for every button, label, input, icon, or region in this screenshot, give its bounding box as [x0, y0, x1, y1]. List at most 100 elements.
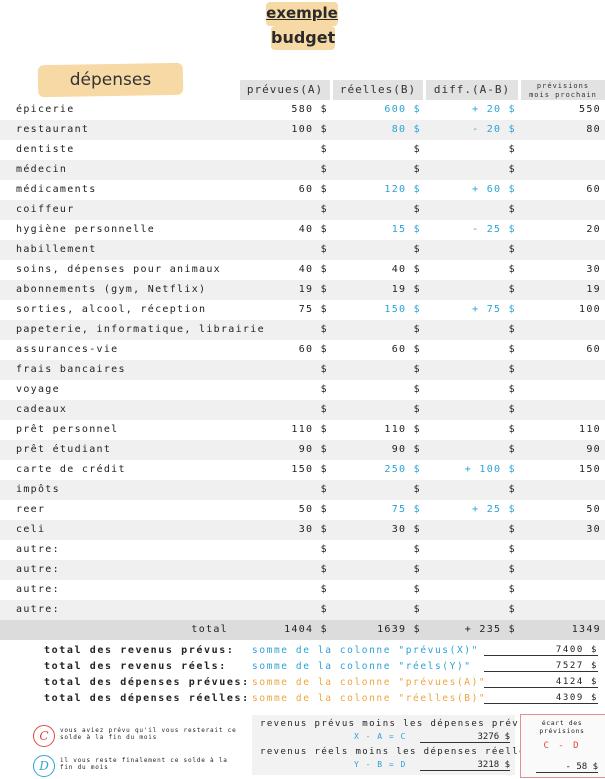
header-reelles: réelles(B) — [333, 80, 423, 100]
cell-reelles: 30 $ — [391, 524, 421, 535]
table-row: frais bancaires $ $ $ — [0, 360, 605, 380]
cell-prevues: 110 $ — [291, 424, 328, 435]
cell-diff: $ — [508, 484, 516, 495]
cell-reelles: $ — [413, 364, 421, 375]
d-circle-icon: D — [33, 755, 55, 777]
total-label: total — [191, 624, 228, 635]
cell-prevues: $ — [320, 404, 328, 415]
table-row: soins, dépenses pour animaux 40 $ 40 $ $30 — [0, 260, 605, 280]
ecart-title: écart des prévisions — [520, 719, 604, 735]
value-actual: 3218 $ — [420, 760, 510, 771]
cell-prevues: $ — [320, 604, 328, 615]
cell-prevues: $ — [320, 584, 328, 595]
row-label: cadeaux — [16, 404, 68, 415]
value-planned: 3276 $ — [420, 732, 510, 743]
cell-diff: $ — [508, 144, 516, 155]
cell-reelles: $ — [413, 164, 421, 175]
row-label: celi — [16, 524, 46, 535]
row-label: soins, dépenses pour animaux — [16, 264, 221, 275]
cell-previsions: 50 — [586, 504, 601, 515]
header-previsions-mois: prévisions mois prochain — [521, 80, 605, 100]
table-row: autre: $ $ $ — [0, 580, 605, 600]
table-row: coiffeur $ $ $ — [0, 200, 605, 220]
table-row: reer 50 $ 75 $ + 25 $ 50 — [0, 500, 605, 520]
note-c: vous aviez prévu qu'il vous resterait ce… — [60, 727, 237, 741]
formula-actual: Y - B = D — [354, 760, 406, 769]
cell-diff: $ — [508, 584, 516, 595]
cell-reelles: 600 $ — [384, 104, 421, 115]
ecart-value: - 58 $ — [536, 762, 598, 773]
row-label: médicaments — [16, 184, 97, 195]
section-label: dépenses — [69, 70, 152, 90]
cell-reelles: 150 $ — [384, 304, 421, 315]
header-prevues: prévues(A) — [240, 80, 330, 100]
cell-prevues: 19 $ — [298, 284, 328, 295]
row-label: prêt personnel — [16, 424, 119, 435]
total-previsions: 1349 — [571, 624, 601, 635]
row-label: coiffeur — [16, 204, 75, 215]
cell-prevues: $ — [320, 164, 328, 175]
cell-previsions: 60 — [586, 184, 601, 195]
row-label: autre: — [16, 544, 60, 555]
cell-prevues: 60 $ — [298, 184, 328, 195]
cell-reelles: $ — [413, 484, 421, 495]
total-row: total 1404 $ 1639 $ + 235 $ 1349 — [0, 620, 605, 640]
cell-diff: $ — [508, 424, 516, 435]
row-label: papeterie, informatique, librairie — [16, 324, 265, 335]
table-row: autre: $ $ $ — [0, 540, 605, 560]
cell-reelles: $ — [413, 144, 421, 155]
table-row: restaurant 100 $ 80 $ - 20 $ 80 — [0, 120, 605, 140]
cell-prevues: 150 $ — [291, 464, 328, 475]
cell-prevues: $ — [320, 324, 328, 335]
cell-diff: $ — [508, 244, 516, 255]
cell-diff: + 25 $ — [472, 504, 516, 515]
formula-planned-text: X - A = C — [354, 732, 407, 741]
cell-diff: + 20 $ — [472, 104, 516, 115]
row-label: impôts — [16, 484, 60, 495]
cell-prevues: $ — [320, 544, 328, 555]
cell-reelles: 250 $ — [384, 464, 421, 475]
ecart-formula: C - D — [543, 741, 581, 751]
cell-prevues: $ — [320, 204, 328, 215]
cell-prevues: $ — [320, 484, 328, 495]
table-row: épicerie 580 $ 600 $ + 20 $ 550 — [0, 100, 605, 120]
summary-label: total des revenus prévus: — [44, 645, 235, 656]
ecart-title-line2: prévisions — [539, 727, 585, 735]
cell-diff: + 100 $ — [464, 464, 516, 475]
cell-reelles: 15 $ — [391, 224, 421, 235]
cell-diff: $ — [508, 444, 516, 455]
cell-reelles: 90 $ — [391, 444, 421, 455]
cell-diff: + 75 $ — [472, 304, 516, 315]
cell-previsions: 30 — [586, 524, 601, 535]
row-label: autre: — [16, 604, 60, 615]
cell-diff: - 25 $ — [472, 224, 516, 235]
row-label: restaurant — [16, 124, 90, 135]
row-label: autre: — [16, 584, 60, 595]
row-label: habillement — [16, 244, 97, 255]
cell-prevues: $ — [320, 144, 328, 155]
cell-previsions: 90 — [586, 444, 601, 455]
cell-prevues: $ — [320, 244, 328, 255]
cell-diff: $ — [508, 284, 516, 295]
cell-diff: $ — [508, 604, 516, 615]
cell-prevues: 30 $ — [298, 524, 328, 535]
row-label: voyage — [16, 384, 60, 395]
cell-reelles: 40 $ — [391, 264, 421, 275]
cell-prevues: $ — [320, 564, 328, 575]
cell-diff: $ — [508, 544, 516, 555]
header-previsions-line2: mois prochain — [529, 91, 597, 99]
cell-previsions: 110 — [579, 424, 601, 435]
cell-diff: $ — [508, 384, 516, 395]
row-label: médecin — [16, 164, 68, 175]
total-diff: + 235 $ — [464, 624, 516, 635]
table-row: autre: $ $ $ — [0, 560, 605, 580]
cell-prevues: 40 $ — [298, 264, 328, 275]
cell-prevues: 60 $ — [298, 344, 328, 355]
cell-diff: $ — [508, 524, 516, 535]
summary-method: somme de la colonne "prévus(X)" — [252, 645, 479, 656]
cell-diff: $ — [508, 564, 516, 575]
row-label: hygiène personnelle — [16, 224, 156, 235]
table-row: impôts $ $ $ — [0, 480, 605, 500]
cell-previsions: 150 — [579, 464, 601, 475]
row-label: assurances-vie — [16, 344, 119, 355]
